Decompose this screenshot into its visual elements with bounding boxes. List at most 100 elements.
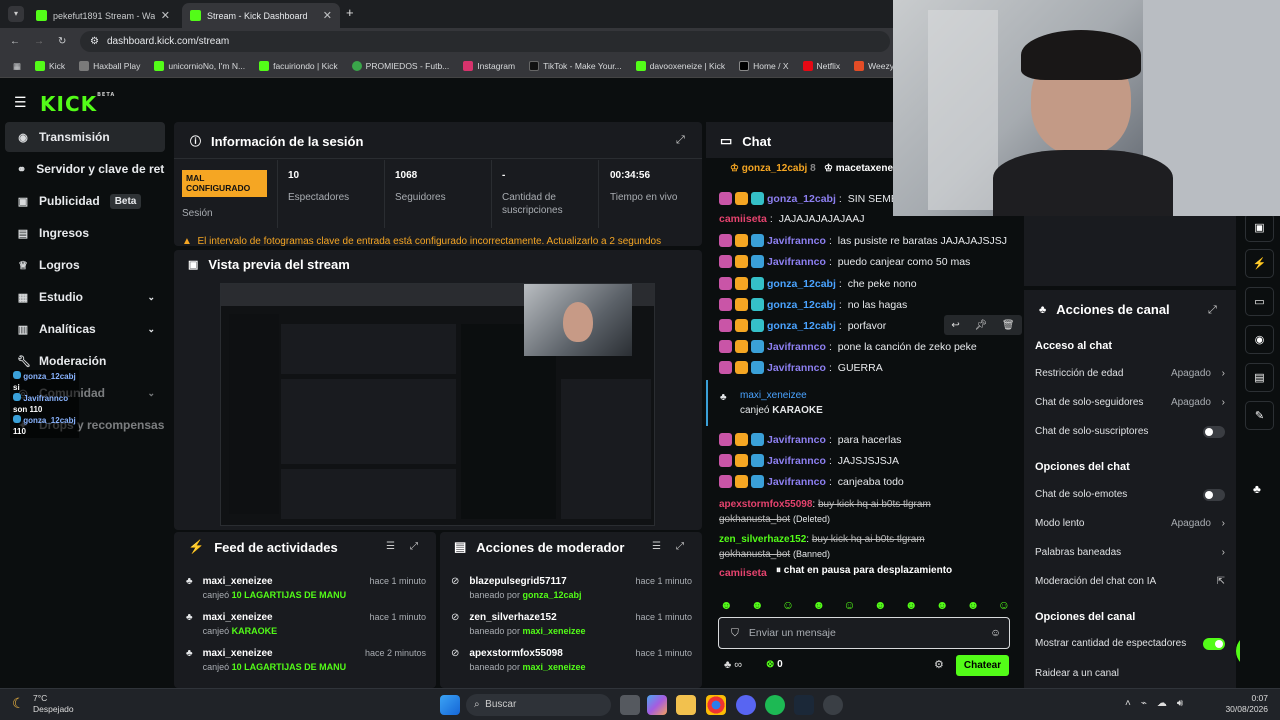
sidebar-item-publicidad[interactable]: ▣ Publicidad Beta [5, 186, 165, 216]
expand-icon[interactable]: ⤢ [676, 134, 685, 147]
bookmark-promiedos[interactable]: PROMIEDOS - Futb... [345, 61, 457, 71]
reload-icon[interactable]: ↻ [58, 36, 66, 47]
emote-only-toggle[interactable] [1203, 488, 1225, 501]
reply-icon[interactable]: ↩ [951, 320, 959, 331]
back-icon[interactable]: ← [10, 36, 20, 47]
chat-message[interactable]: Javifrannco: pone la canción de zeko pek… [719, 340, 977, 353]
chat-message[interactable]: Javifrannco: canjeaba todo [719, 475, 904, 488]
sidebar-item-estudio[interactable]: ▦ Estudio ⌄ [5, 282, 165, 312]
chat-message[interactable]: Javifrannco: para hacerlas [719, 433, 901, 446]
chat-message[interactable]: gonza_12cabj: no las hagas [719, 298, 907, 311]
settings-gear-icon[interactable]: ⚙ [934, 658, 944, 671]
sidebar-item-analiticas[interactable]: ▥ Analíticas ⌄ [5, 314, 165, 344]
clock[interactable]: 0:07 30/08/2026 [1220, 693, 1268, 715]
bookmark-davooxeneize[interactable]: davooxeneize | Kick [629, 61, 732, 71]
steam-icon[interactable] [794, 695, 814, 715]
apps-icon[interactable]: ▦ [6, 61, 28, 72]
age-restriction-row[interactable]: Restricción de edad Apagado › [1035, 368, 1225, 379]
emote-icon[interactable]: ☺ [782, 598, 794, 612]
filter-icon[interactable]: ☰ [386, 541, 395, 552]
banned-words-row[interactable]: Palabras baneadas › [1035, 547, 1225, 558]
chat-message[interactable]: gonza_12cabj: che peke nono [719, 277, 917, 290]
url-field[interactable]: ⚙ dashboard.kick.com/stream [80, 31, 890, 52]
pinned-leader[interactable]: ♔ gonza_12cabj 8 [730, 163, 816, 174]
windows-start-icon[interactable] [440, 695, 460, 715]
chat-message[interactable]: camiiseta: JAJAJAJAJAJAAJ [719, 213, 865, 225]
emoji-icon[interactable]: ☺ [990, 627, 1001, 639]
stream-preview-video[interactable] [220, 283, 655, 526]
chat-input[interactable]: ⛉ Enviar un mensaje ☺ [718, 617, 1010, 649]
weather-widget[interactable]: 7°C Despejado [33, 693, 74, 715]
discord-icon[interactable] [736, 695, 756, 715]
chat-message[interactable]: camiiseta: [719, 567, 773, 579]
kick-points-icon[interactable]: ♣ ∞ [724, 659, 742, 671]
new-tab-icon[interactable]: + [346, 5, 354, 20]
record-icon[interactable]: ◉ [1245, 325, 1274, 354]
expand-icon[interactable]: ⤢ [410, 541, 418, 552]
spotify-icon[interactable] [765, 695, 785, 715]
emote-icon[interactable]: ☺ [843, 598, 855, 612]
filter-icon[interactable]: ☰ [652, 541, 661, 552]
chat-icon[interactable]: ▭ [1245, 287, 1274, 316]
points-counter[interactable]: ⊗ 0 [766, 659, 783, 670]
wrench-icon[interactable]: ✎ [1245, 401, 1274, 430]
emote-icon[interactable]: ☻ [936, 598, 949, 612]
followers-only-row[interactable]: Chat de solo-seguidores Apagado › [1035, 397, 1225, 408]
raid-row[interactable]: Raidear a un canal [1035, 668, 1225, 679]
chat-message[interactable]: Javifrannco: puedo canjear como 50 mas [719, 255, 970, 268]
subs-only-toggle[interactable] [1203, 425, 1225, 438]
deleted-message[interactable]: zen_silverhaze152: buy kick hq ai b0ts t… [719, 532, 934, 562]
sidebar-item-transmision[interactable]: ◉ Transmisión [5, 122, 165, 152]
kick-logo[interactable]: KICKBETA [40, 92, 115, 116]
emote-icon[interactable]: ☻ [720, 598, 733, 612]
bookmark-unicornio[interactable]: unicornioNo, I'm N... [147, 61, 252, 71]
kick-points-icon[interactable]: ♣ [1253, 482, 1261, 496]
emote-icon[interactable]: ☻ [874, 598, 887, 612]
taskbar-search[interactable]: ⌕ Buscar [466, 694, 611, 716]
chat-message[interactable]: Javifrannco: GUERRA [719, 361, 883, 374]
chat-message[interactable]: gonza_12cabj: SIN SEMEN [719, 192, 905, 205]
chat-message[interactable]: Javifrannco: las pusiste re baratas JAJA… [719, 234, 1007, 247]
emote-icon[interactable]: ☻ [812, 598, 825, 612]
expand-icon[interactable]: ⤢ [676, 541, 684, 552]
bookmark-facuiriondo[interactable]: facuiriondo | Kick [252, 61, 345, 71]
close-tab-icon[interactable]: ✕ [161, 9, 170, 22]
emote-icon[interactable]: ☻ [905, 598, 918, 612]
close-tab-icon[interactable]: ✕ [323, 9, 332, 22]
bookmark-haxball[interactable]: Haxball Play [72, 61, 147, 71]
chat-paused-banner[interactable]: ⏸ chat en pausa para desplazamiento [768, 565, 968, 581]
delete-icon[interactable]: 🗑︎ [1002, 320, 1015, 331]
bookmark-x[interactable]: Home / X [732, 61, 795, 71]
expand-icon[interactable]: ⤢ [1208, 304, 1217, 317]
send-chat-button[interactable]: Chatear [956, 655, 1009, 676]
copilot-icon[interactable] [647, 695, 667, 715]
sidebar-item-logros[interactable]: ♕ Logros [5, 250, 165, 280]
tray-icons[interactable]: ˄⌁☁🔊︎ [1125, 698, 1193, 709]
bookmark-kick[interactable]: Kick [28, 61, 72, 71]
show-viewers-row[interactable]: Mostrar cantidad de espectadores [1035, 637, 1225, 650]
chrome-icon[interactable] [706, 695, 726, 715]
bookmark-tiktok[interactable]: TikTok - Make Your... [522, 61, 629, 71]
emote-icon[interactable]: ☻ [967, 598, 980, 612]
emote-icon[interactable]: ☺ [998, 598, 1010, 612]
show-viewers-toggle[interactable] [1203, 637, 1225, 650]
emote-only-row[interactable]: Chat de solo-emotes [1035, 488, 1225, 501]
ai-moderation-row[interactable]: Moderación del chat con IA ⇱ [1035, 576, 1225, 587]
tab-watch[interactable]: pekefut1891 Stream - Watch Li✕ [28, 3, 178, 28]
emote-icon[interactable]: ☻ [751, 598, 764, 612]
bookmark-netflix[interactable]: Netflix [796, 61, 848, 71]
chat-message[interactable]: gonza_12cabj: porfavor [719, 319, 886, 332]
obs-icon[interactable] [823, 695, 843, 715]
video-icon[interactable]: ▣ [1245, 213, 1274, 242]
deleted-message[interactable]: apexstormfox55098: buy kick hq ai b0ts t… [719, 497, 934, 527]
forward-icon[interactable]: → [34, 36, 44, 47]
tab-search-icon[interactable]: ▾ [8, 6, 24, 22]
sidebar-item-ingresos[interactable]: ▤ Ingresos [5, 218, 165, 248]
mod-icon[interactable]: ▤ [1245, 363, 1274, 392]
menu-icon[interactable]: ☰ [14, 94, 27, 111]
pinned-leader[interactable]: ♔ macetaxene [824, 163, 893, 174]
tab-dashboard[interactable]: Stream - Kick Dashboard ✕ [182, 3, 340, 28]
task-view-icon[interactable] [620, 695, 640, 715]
site-info-icon[interactable]: ⚙ [90, 36, 99, 47]
sidebar-item-servidor[interactable]: ⚭Servidor y clave de retransmisión [5, 154, 165, 184]
